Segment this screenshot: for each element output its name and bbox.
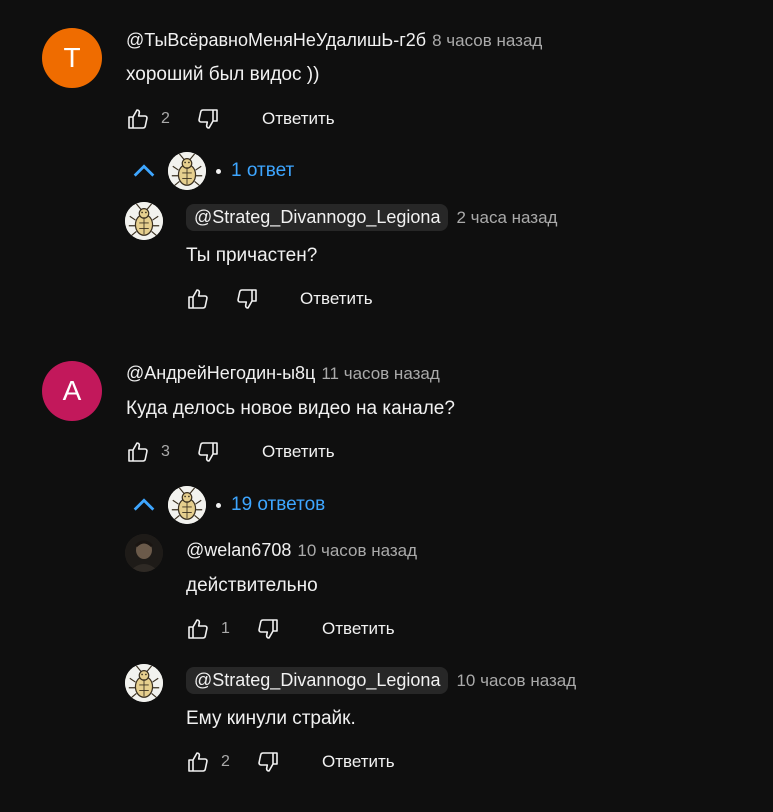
thumb-up-icon [186, 617, 210, 641]
dislike-button[interactable] [195, 439, 221, 465]
reply-author-chip[interactable]: @Strateg_Divannogo_Legiona [186, 204, 449, 231]
thumb-up-icon [126, 107, 150, 131]
reply-header: @Strateg_Divannogo_Legiona 10 часов наза… [186, 667, 576, 694]
reply-button[interactable]: Ответить [262, 109, 335, 129]
dislike-button[interactable] [234, 286, 260, 312]
thumb-down-icon [256, 617, 280, 641]
like-count: 2 [161, 110, 170, 127]
bug-avatar-icon [168, 152, 206, 190]
thumb-down-icon [196, 107, 220, 131]
dislike-button[interactable] [255, 616, 281, 642]
replies-toggle[interactable]: 19 ответов [130, 486, 325, 524]
user-photo-icon [125, 534, 163, 572]
like-button[interactable] [185, 616, 211, 642]
bug-avatar-icon [125, 664, 163, 702]
thumb-up-icon [186, 750, 210, 774]
bug-avatar-icon [125, 202, 163, 240]
reply-button[interactable]: Ответить [322, 619, 395, 639]
thumb-down-icon [235, 287, 259, 311]
avatar-letter: T [63, 42, 81, 73]
chevron-up-icon [130, 491, 158, 519]
like-count: 3 [161, 443, 170, 460]
replies-count[interactable]: 1 ответ [231, 160, 294, 182]
reply-time[interactable]: 10 часов назад [456, 671, 576, 691]
reply-button[interactable]: Ответить [322, 752, 395, 772]
reply-text: действительно [186, 575, 318, 596]
comment-header: @ТыВсёравноМеняНеУдалишЬ-г2б 8 часов наз… [126, 30, 542, 51]
reply-text: Ты причастен? [186, 245, 318, 266]
separator-dot [216, 502, 221, 508]
separator-dot [216, 168, 221, 174]
avatar[interactable]: T [42, 28, 102, 88]
reply-header: @welan6708 10 часов назад [186, 540, 417, 561]
creator-avatar [168, 152, 206, 190]
like-count: 2 [221, 753, 230, 770]
reply-text: Ему кинули страйк. [186, 708, 356, 729]
comment-text: хороший был видос )) [126, 64, 320, 85]
like-button[interactable] [125, 439, 151, 465]
thumb-up-icon [186, 287, 210, 311]
creator-avatar [168, 486, 206, 524]
like-button[interactable] [185, 749, 211, 775]
thumb-down-icon [256, 750, 280, 774]
reply-author[interactable]: @welan6708 [186, 540, 291, 561]
avatar-letter: А [62, 375, 82, 406]
bug-avatar-icon [168, 486, 206, 524]
replies-count[interactable]: 19 ответов [231, 494, 325, 516]
thumb-up-icon [126, 440, 150, 464]
comment-time[interactable]: 11 часов назад [321, 364, 439, 384]
reply-avatar[interactable] [125, 664, 163, 702]
dislike-button[interactable] [195, 106, 221, 132]
reply-avatar[interactable] [125, 202, 163, 240]
comment-author[interactable]: @АндрейНегодин-ы8ц [126, 363, 315, 384]
like-count: 1 [221, 620, 230, 637]
like-button[interactable] [125, 106, 151, 132]
reply-time[interactable]: 10 часов назад [297, 541, 417, 561]
comment-text: Куда делось новое видео на канале? [126, 398, 455, 419]
reply-avatar[interactable] [125, 534, 163, 572]
thumb-down-icon [196, 440, 220, 464]
comment-time[interactable]: 8 часов назад [432, 31, 542, 51]
reply-author-chip[interactable]: @Strateg_Divannogo_Legiona [186, 667, 449, 694]
dislike-button[interactable] [255, 749, 281, 775]
reply-button[interactable]: Ответить [300, 289, 373, 309]
reply-button[interactable]: Ответить [262, 442, 335, 462]
replies-toggle[interactable]: 1 ответ [130, 152, 294, 190]
comment-header: @АндрейНегодин-ы8ц 11 часов назад [126, 363, 440, 384]
chevron-up-icon [130, 157, 158, 185]
reply-header: @Strateg_Divannogo_Legiona 2 часа назад [186, 204, 557, 231]
reply-time[interactable]: 2 часа назад [456, 208, 557, 228]
like-button[interactable] [185, 286, 211, 312]
comment-author[interactable]: @ТыВсёравноМеняНеУдалишЬ-г2б [126, 30, 426, 51]
avatar[interactable]: А [42, 361, 102, 421]
